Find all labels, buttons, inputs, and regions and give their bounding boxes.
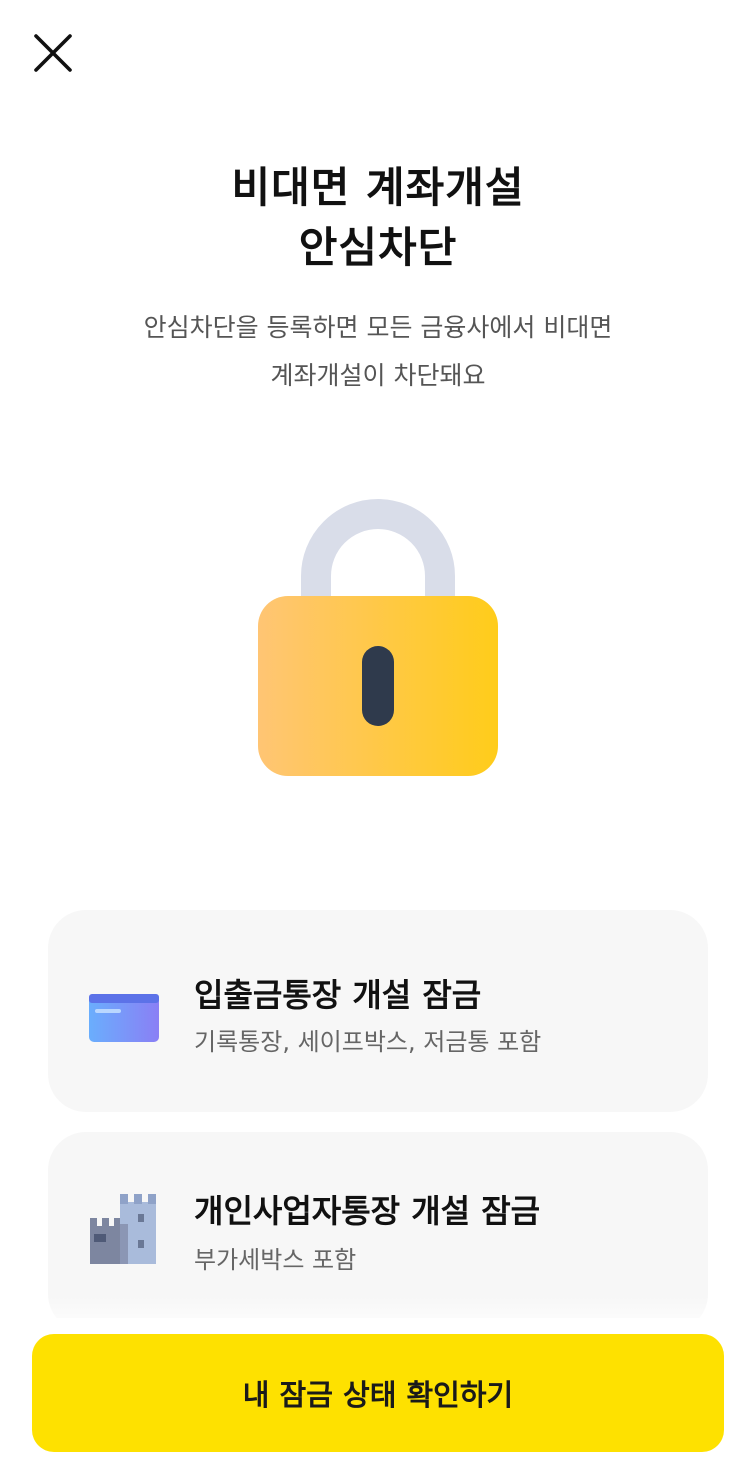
page-title-line-1: 비대면 계좌개설 — [231, 163, 525, 212]
page-title-line-2: 안심차단 — [298, 223, 458, 272]
option-title: 개인사업자통장 개설 잠금 — [194, 1192, 541, 1230]
check-lock-status-button[interactable]: 내 잠금 상태 확인하기 — [32, 1334, 724, 1452]
page-description-line-1: 안심차단을 등록하면 모든 금융사에서 비대면 — [143, 313, 613, 342]
option-title: 입출금통장 개설 잠금 — [194, 976, 482, 1014]
padlock-keyhole — [362, 646, 394, 726]
page-description: 안심차단을 등록하면 모든 금융사에서 비대면 계좌개설이 차단돼요 — [0, 304, 756, 400]
padlock-shackle — [301, 499, 455, 608]
bankbook-card-icon — [89, 994, 159, 1042]
option-card-checking-account[interactable]: 입출금통장 개설 잠금 기록통장, 세이프박스, 저금통 포함 — [48, 910, 708, 1112]
option-description: 부가세박스 포함 — [194, 1246, 357, 1274]
building-icon — [90, 1194, 156, 1264]
close-icon — [34, 34, 72, 72]
option-description: 기록통장, 세이프박스, 저금통 포함 — [194, 1028, 542, 1056]
page-description-line-2: 계좌개설이 차단돼요 — [270, 361, 486, 390]
page-title: 비대면 계좌개설 안심차단 — [0, 158, 756, 278]
padlock-icon — [258, 499, 498, 776]
close-button[interactable] — [22, 22, 84, 84]
